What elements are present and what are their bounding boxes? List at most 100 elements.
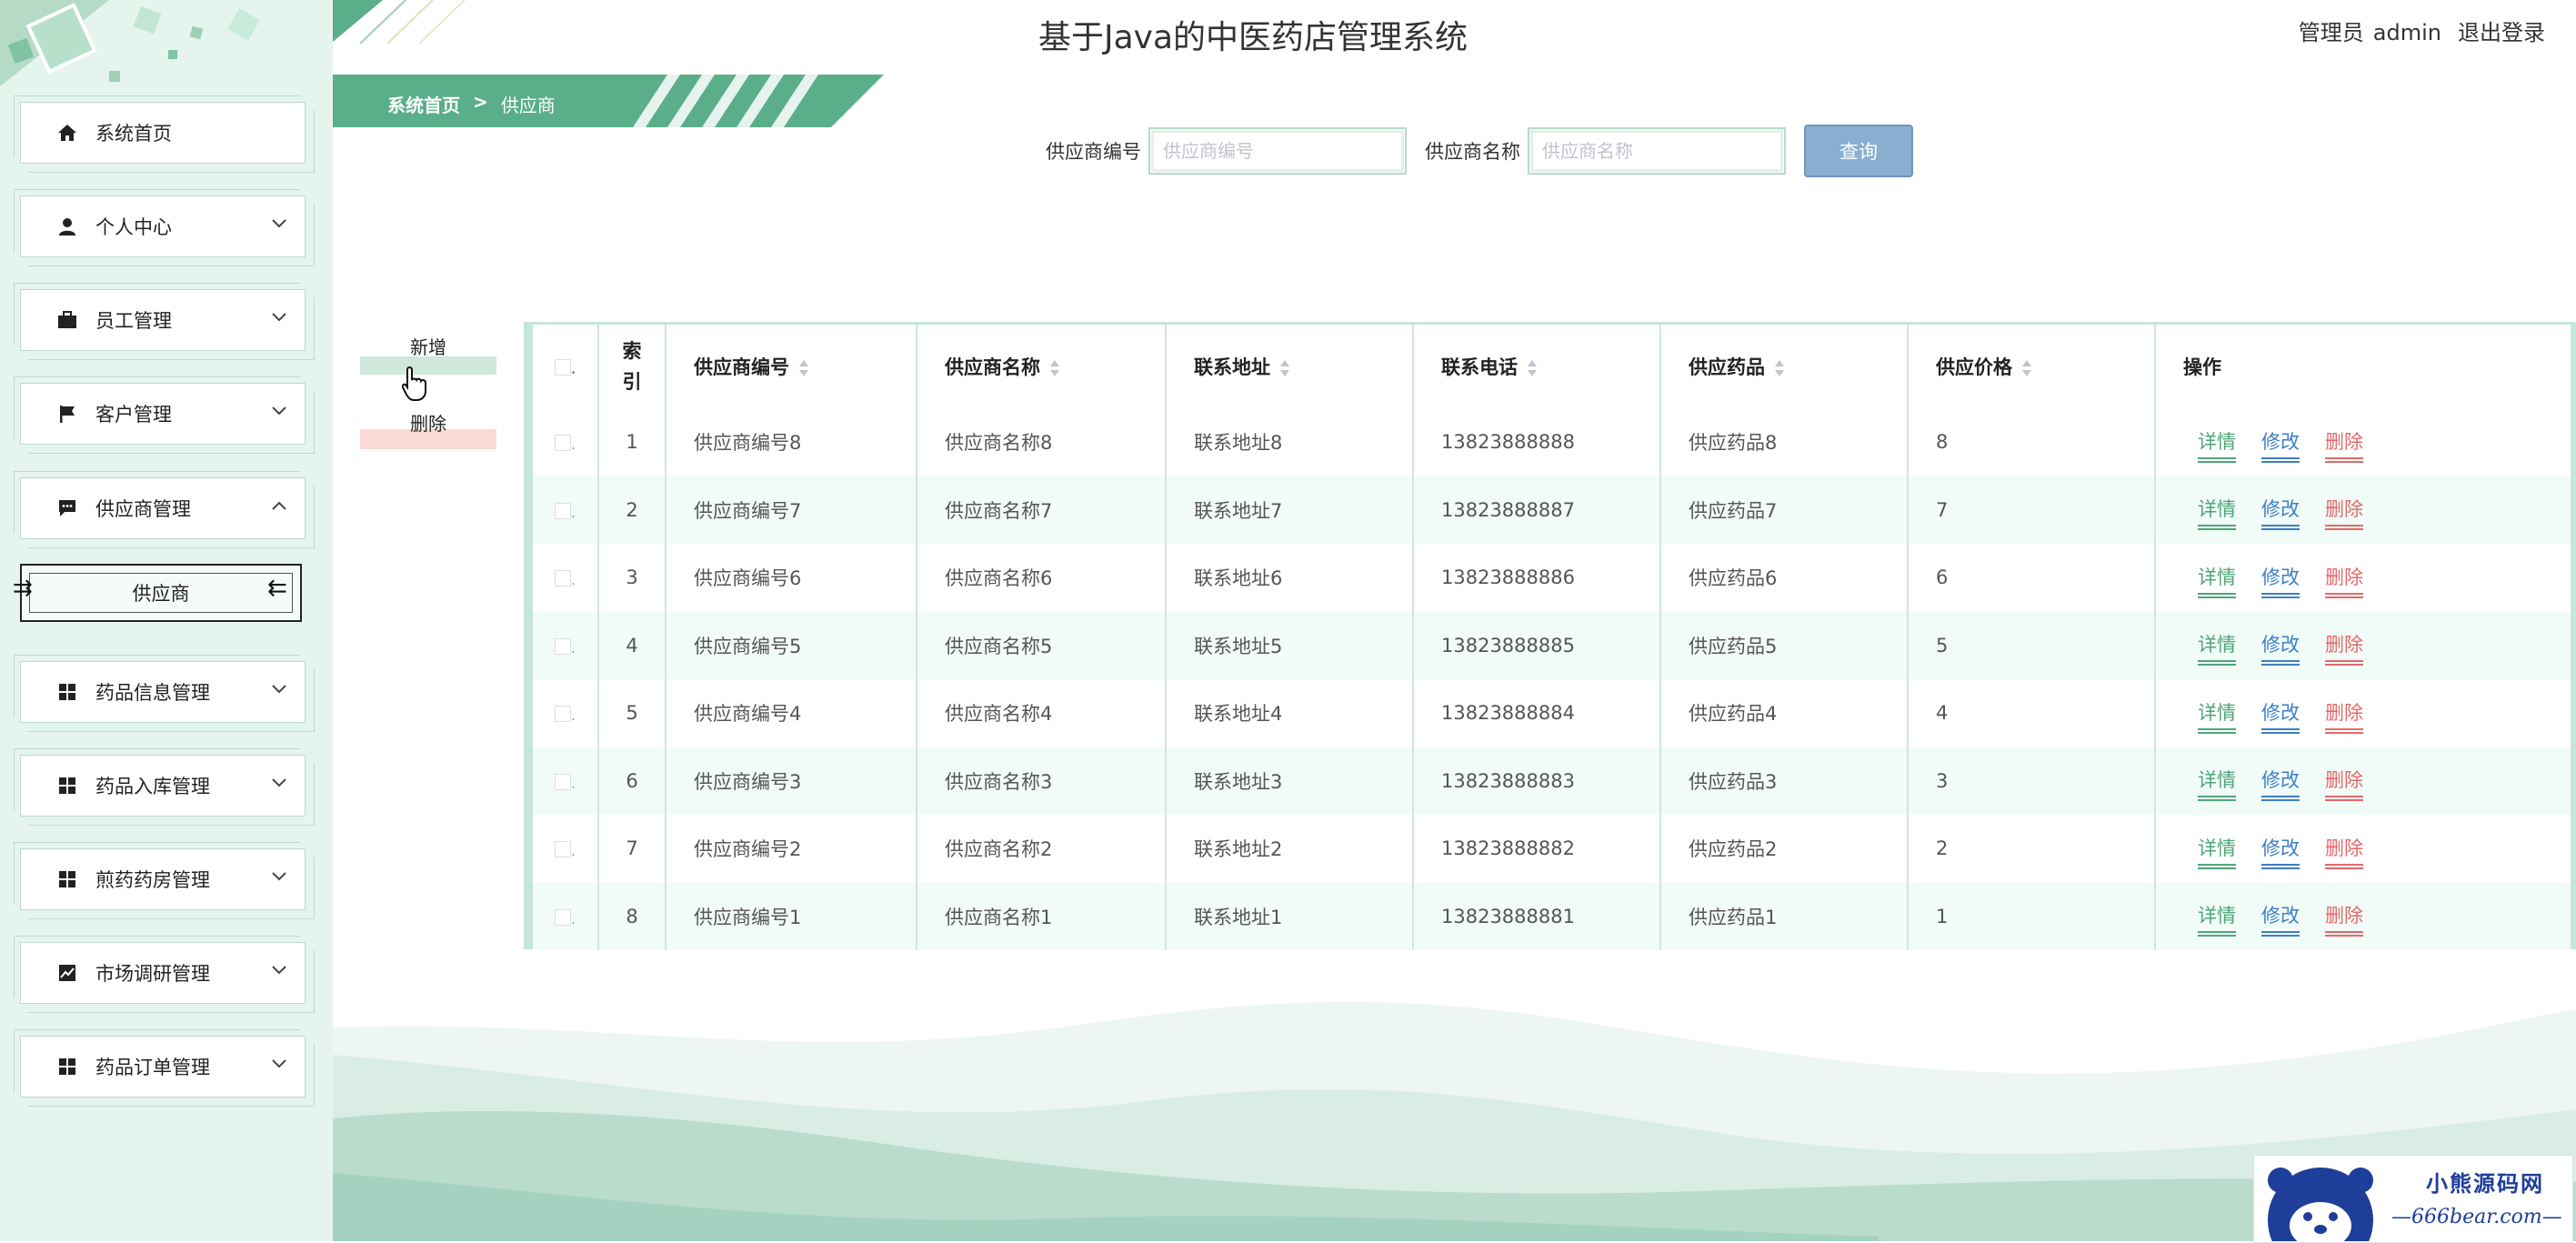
edit-link[interactable]: 修改 [2261, 563, 2300, 598]
header-phone[interactable]: 联系电话 [1413, 325, 1661, 408]
row-delete-link[interactable]: 删除 [2325, 901, 2363, 937]
row-select-cell: . [533, 882, 599, 950]
row-delete-link[interactable]: 删除 [2325, 563, 2363, 598]
breadcrumb-home[interactable]: 系统首页 [387, 91, 460, 117]
sort-icon[interactable] [1049, 360, 1060, 376]
row-checkbox[interactable] [555, 637, 572, 655]
header-name[interactable]: 供应商名称 [917, 325, 1167, 408]
cell-phone: 13823888888 [1413, 408, 1661, 476]
row-checkbox[interactable] [555, 773, 572, 790]
edit-link[interactable]: 修改 [2261, 495, 2300, 531]
row-delete-link[interactable]: 删除 [2325, 495, 2363, 531]
cell-price: 5 [1908, 611, 2156, 679]
supplier-code-label: 供应商编号 [1046, 141, 1141, 163]
sidebar-item-label: 供应商管理 [95, 498, 191, 520]
sort-icon[interactable] [2021, 360, 2032, 376]
header-ops: 操作 [2155, 325, 2571, 408]
cell-index: 1 [598, 408, 667, 476]
row-dot: . [571, 912, 576, 927]
header-index: 索引 [598, 325, 667, 408]
cell-address: 联系地址3 [1166, 747, 1414, 815]
row-checkbox[interactable] [555, 435, 572, 452]
cell-drug: 供应药品6 [1660, 544, 1909, 612]
row-delete-link[interactable]: 删除 [2325, 834, 2363, 869]
sidebar-item-label: 药品订单管理 [95, 1057, 210, 1078]
grid-icon [55, 680, 79, 704]
select-all-checkbox[interactable] [554, 359, 571, 376]
watermark-cn: 小熊源码网 [2426, 1170, 2544, 1197]
row-select-cell: . [533, 815, 599, 883]
row-dot: . [571, 709, 576, 725]
message-icon [55, 496, 79, 520]
sort-icon[interactable] [798, 360, 809, 376]
cell-name: 供应商名称4 [917, 679, 1167, 747]
edit-link[interactable]: 修改 [2261, 427, 2300, 463]
detail-link[interactable]: 详情 [2198, 495, 2236, 531]
detail-link[interactable]: 详情 [2198, 630, 2236, 667]
table-row: . 3 供应商编号6 供应商名称6 联系地址6 13823888886 供应药品6 6 详情 修改… [533, 544, 2571, 612]
header-address-label: 联系地址 [1194, 356, 1270, 378]
sort-icon[interactable] [1774, 360, 1785, 376]
chevron-down-icon [270, 867, 288, 886]
sidebar-item-customers[interactable]: 客户管理 [14, 376, 315, 454]
sidebar-subitem-supplier[interactable]: 供应商 [20, 564, 302, 622]
cell-address: 联系地址1 [1166, 882, 1414, 950]
row-delete-link[interactable]: 删除 [2325, 766, 2363, 802]
sidebar-item-decoction[interactable]: 煎药药房管理 [14, 842, 315, 919]
supplier-code-input[interactable] [1148, 127, 1407, 175]
breadcrumb: 系统首页 > 供应商 [387, 91, 556, 117]
cell-price: 8 [1908, 408, 2156, 476]
sidebar-item-profile[interactable]: 个人中心 [14, 189, 315, 266]
table-row: . 1 供应商编号8 供应商名称8 联系地址8 13823888888 供应药品8 8 详情 修改… [533, 408, 2571, 476]
row-checkbox[interactable] [555, 908, 572, 926]
header-address[interactable]: 联系地址 [1166, 325, 1414, 408]
row-dot: . [571, 438, 576, 454]
detail-link[interactable]: 详情 [2198, 427, 2236, 463]
row-checkbox[interactable] [555, 570, 572, 587]
header-price[interactable]: 供应价格 [1908, 325, 2156, 408]
header-drug-label: 供应药品 [1689, 356, 1765, 378]
detail-link[interactable]: 详情 [2198, 563, 2236, 598]
delete-button[interactable]: 删除 [360, 411, 496, 449]
search-button[interactable]: 查询 [1804, 125, 1913, 177]
edit-link[interactable]: 修改 [2261, 834, 2300, 869]
sort-icon[interactable] [1527, 360, 1538, 376]
sort-icon[interactable] [1279, 360, 1290, 376]
header-code[interactable]: 供应商编号 [666, 325, 917, 408]
row-checkbox[interactable] [555, 502, 572, 519]
edit-link[interactable]: 修改 [2261, 766, 2300, 802]
header-name-label: 供应商名称 [945, 356, 1040, 378]
chevron-up-icon [270, 496, 288, 515]
detail-link[interactable]: 详情 [2198, 698, 2236, 734]
edit-link[interactable]: 修改 [2261, 901, 2300, 937]
select-all-cell: . [533, 325, 599, 408]
row-checkbox[interactable] [555, 706, 572, 723]
sidebar-item-drug-stock[interactable]: 药品入库管理 [14, 748, 315, 826]
sidebar-item-home[interactable]: 系统首页 [14, 95, 315, 173]
table-row: . 4 供应商编号5 供应商名称5 联系地址5 13823888885 供应药品5 5 详情 修改… [533, 611, 2571, 679]
cell-phone: 13823888881 [1413, 882, 1661, 950]
cell-index: 8 [598, 882, 667, 950]
row-delete-link[interactable]: 删除 [2325, 698, 2363, 734]
table-row: . 6 供应商编号3 供应商名称3 联系地址3 13823888883 供应药品3 3 详情 修改… [533, 747, 2571, 815]
detail-link[interactable]: 详情 [2198, 766, 2236, 802]
chevron-down-icon [270, 402, 288, 420]
sidebar-item-suppliers[interactable]: 供应商管理 [14, 471, 315, 548]
detail-link[interactable]: 详情 [2198, 834, 2236, 869]
cell-index: 4 [598, 611, 667, 679]
sidebar-item-orders[interactable]: 药品订单管理 [14, 1029, 315, 1107]
sidebar-item-drug-info[interactable]: 药品信息管理 [14, 655, 315, 732]
row-delete-link[interactable]: 删除 [2325, 427, 2363, 463]
supplier-name-input[interactable] [1528, 127, 1786, 175]
header-drug[interactable]: 供应药品 [1660, 325, 1909, 408]
sidebar-item-staff[interactable]: 员工管理 [14, 283, 315, 360]
sidebar-item-market[interactable]: 市场调研管理 [14, 936, 315, 1013]
edit-link[interactable]: 修改 [2261, 630, 2300, 667]
logout-link[interactable]: 退出登录 [2458, 20, 2545, 45]
row-delete-link[interactable]: 删除 [2325, 630, 2363, 667]
row-checkbox[interactable] [555, 841, 572, 858]
detail-link[interactable]: 详情 [2198, 901, 2236, 937]
header-code-label: 供应商编号 [694, 356, 789, 378]
cell-code: 供应商编号8 [666, 408, 917, 476]
edit-link[interactable]: 修改 [2261, 698, 2300, 734]
